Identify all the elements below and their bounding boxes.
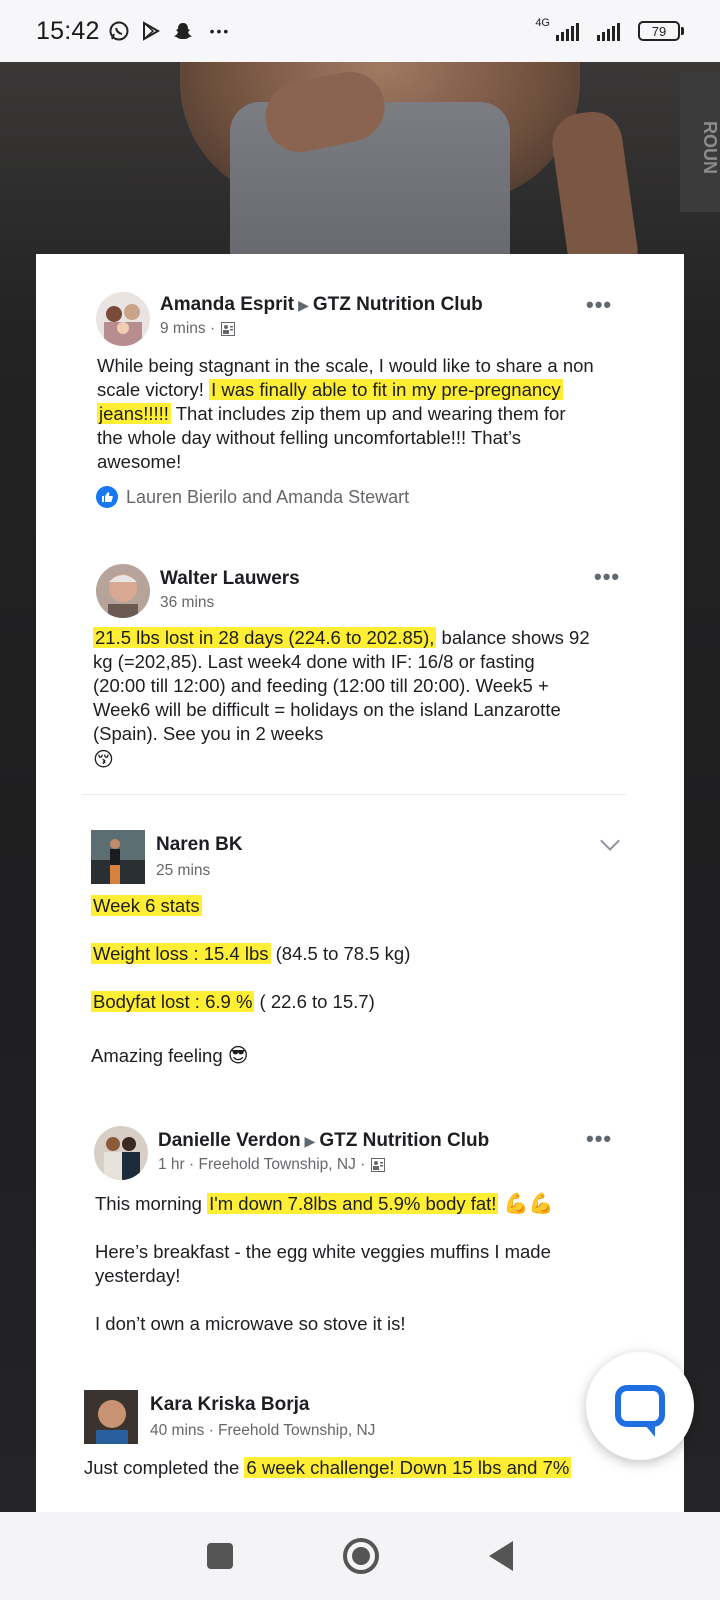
highlight: 21.5 lbs lost in 28 days (224.6 to 202.8…: [93, 627, 437, 648]
post-body: 21.5 lbs lost in 28 days (224.6 to 202.8…: [93, 626, 590, 772]
post-line: awesome!: [97, 451, 182, 472]
post-time[interactable]: 9 mins ·: [160, 320, 215, 338]
post-time[interactable]: 36 mins: [160, 594, 214, 612]
battery-icon: 79: [638, 21, 684, 41]
group-icon: [371, 1158, 386, 1172]
highlight: Week 6 stats: [91, 895, 202, 916]
post-line: (20:00 till 12:00) and feeding (12:00 ti…: [93, 675, 549, 696]
navigation-bar: [0, 1512, 720, 1600]
emoji: 💪💪: [503, 1193, 554, 1215]
reactions-names: Lauren Bierilo and Amanda Stewart: [126, 486, 410, 507]
post-line: Week 6 stats: [91, 894, 410, 918]
highlight: I was finally able to fit in my pre-preg…: [209, 379, 563, 400]
group-name[interactable]: GTZ Nutrition Club: [319, 1130, 489, 1151]
avatar[interactable]: [96, 292, 150, 346]
author-name[interactable]: Naren BK: [156, 834, 243, 855]
signal-icon-2: [597, 21, 620, 41]
whatsapp-icon: [109, 21, 129, 41]
post-meta: 9 mins ·: [160, 320, 236, 338]
post-author-line: Walter Lauwers: [160, 568, 300, 590]
avatar[interactable]: [91, 830, 145, 884]
post-line: scale victory! I was finally able to fit…: [97, 379, 563, 400]
author-name[interactable]: Amanda Esprit: [160, 294, 294, 315]
post-line: This morning I'm down 7.8lbs and 5.9% bo…: [95, 1193, 554, 1215]
post-line: Weight loss : 15.4 lbs (84.5 to 78.5 kg): [91, 943, 411, 964]
highlight: Weight loss : 15.4 lbs: [91, 943, 271, 964]
post-line: I don’t own a microwave so stove it is!: [95, 1313, 406, 1334]
signal-icon: [556, 21, 579, 41]
post-author-line: Danielle Verdon ▶ GTZ Nutrition Club: [158, 1130, 489, 1152]
post-meta: 1 hr · Freehold Township, NJ ·: [158, 1156, 386, 1174]
author-name[interactable]: Walter Lauwers: [160, 568, 300, 589]
divider: [82, 794, 626, 795]
more-notifications-icon: •••: [209, 23, 231, 39]
emoji: 😚: [93, 749, 114, 771]
post-meta: 36 mins: [160, 594, 214, 612]
battery-level: 79: [638, 21, 680, 41]
group-icon: [221, 322, 236, 336]
snapchat-icon: [173, 23, 192, 39]
chevron-down-icon[interactable]: [600, 831, 620, 851]
post-body: Just completed the 6 week challenge! Dow…: [84, 1456, 572, 1480]
post-author-line: Kara Kriska Borja: [150, 1394, 309, 1416]
highlight: Bodyfat lost : 6.9 %: [91, 991, 255, 1012]
arrow-right-icon: ▶: [298, 297, 309, 313]
post-body: While being stagnant in the scale, I wou…: [97, 354, 594, 474]
highlight: jeans!!!!!: [97, 403, 171, 424]
arrow-right-icon: ▶: [304, 1133, 316, 1149]
post-line: Just completed the 6 week challenge! Dow…: [84, 1457, 572, 1478]
post-line: Week6 will be difficult = holidays on th…: [93, 699, 561, 720]
home-button[interactable]: [343, 1538, 379, 1574]
avatar[interactable]: [94, 1126, 148, 1180]
post-line: (Spain). See you in 2 weeks: [93, 723, 324, 744]
post-line: Bodyfat lost : 6.9 % ( 22.6 to 15.7): [91, 991, 375, 1012]
post-time[interactable]: 40 mins · Freehold Township, NJ: [150, 1422, 375, 1440]
post-time[interactable]: 25 mins: [156, 862, 210, 880]
post-meta: 40 mins · Freehold Township, NJ: [150, 1422, 375, 1440]
testimonials-card: Amanda Esprit ▶ GTZ Nutrition Club 9 mins …: [36, 254, 684, 1512]
post-line: While being stagnant in the scale, I wou…: [97, 355, 594, 376]
avatar[interactable]: [96, 564, 150, 618]
status-right: 4G 79: [535, 17, 684, 41]
highlight: I'm down 7.8lbs and 5.9% body fat!: [207, 1193, 499, 1214]
like-icon: [96, 486, 118, 508]
author-name[interactable]: Kara Kriska Borja: [150, 1394, 309, 1415]
hero-sign-text: ROUN: [680, 72, 720, 212]
post-line: the whole day without felling uncomforta…: [97, 427, 522, 448]
post-line: kg (=202,85). Last week4 done with IF: 1…: [93, 651, 535, 672]
back-button[interactable]: [489, 1541, 513, 1571]
post-line: yesterday!: [95, 1265, 181, 1286]
group-name[interactable]: GTZ Nutrition Club: [313, 294, 483, 315]
post-line: Amazing feeling 😎: [91, 1045, 249, 1067]
network-type-label: 4G: [535, 17, 550, 29]
post-author-line: Amanda Esprit ▶ GTZ Nutrition Club: [160, 294, 483, 316]
post-body: This morning I'm down 7.8lbs and 5.9% bo…: [95, 1192, 553, 1336]
status-time: 15:42: [36, 16, 100, 45]
play-store-icon: [142, 21, 160, 41]
post-body: Week 6 stats Weight loss : 15.4 lbs (84.…: [91, 894, 410, 1068]
notification-icons: •••: [108, 20, 231, 42]
emoji: 😎: [227, 1045, 249, 1067]
post-meta: 25 mins: [156, 862, 210, 880]
more-options-icon[interactable]: •••: [586, 292, 612, 318]
recents-button[interactable]: [207, 1543, 233, 1569]
avatar[interactable]: [84, 1390, 138, 1444]
post-line: 21.5 lbs lost in 28 days (224.6 to 202.8…: [93, 627, 590, 648]
highlight: 6 week challenge! Down 15 lbs and 7%: [244, 1457, 572, 1478]
post-line: Here’s breakfast - the egg white veggies…: [95, 1241, 551, 1262]
post-time[interactable]: 1 hr · Freehold Township, NJ ·: [158, 1156, 365, 1174]
more-options-icon[interactable]: •••: [586, 1126, 612, 1152]
more-options-icon[interactable]: •••: [594, 564, 620, 590]
chat-button[interactable]: [586, 1352, 694, 1460]
post-author-line: Naren BK: [156, 834, 243, 856]
reactions-summary[interactable]: Lauren Bierilo and Amanda Stewart: [96, 486, 409, 508]
chat-icon: [615, 1385, 665, 1437]
post-line: jeans!!!!! That includes zip them up and…: [97, 403, 566, 424]
status-bar: 15:42 ••• 4G 79: [0, 0, 720, 62]
author-name[interactable]: Danielle Verdon: [158, 1130, 301, 1151]
